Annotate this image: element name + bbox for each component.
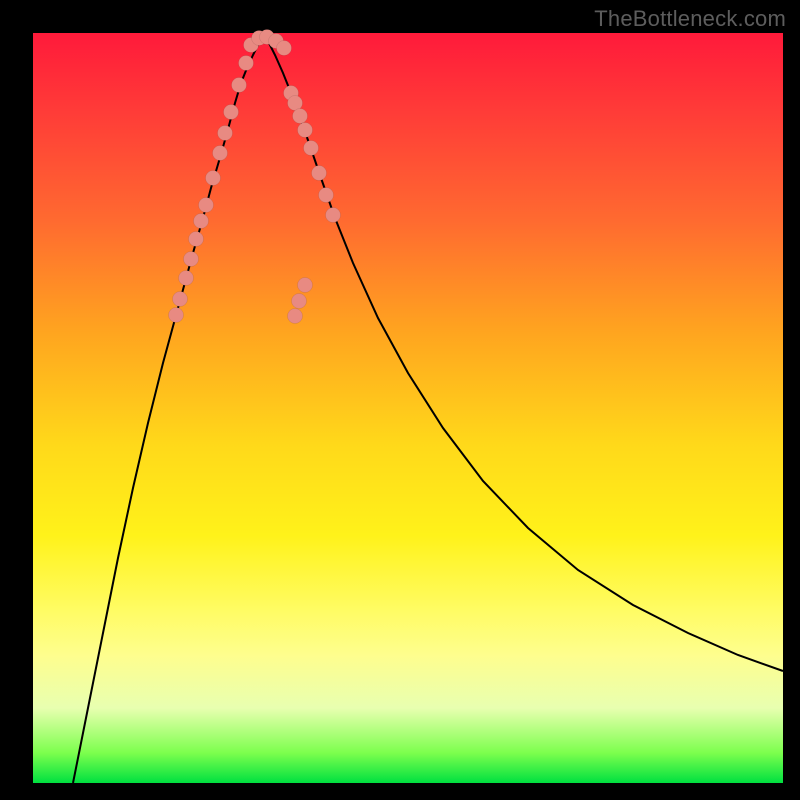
data-point — [288, 96, 303, 111]
data-point — [194, 214, 209, 229]
right-curve — [263, 35, 783, 671]
data-point — [277, 41, 292, 56]
plot-area — [33, 33, 783, 783]
data-point — [292, 294, 307, 309]
chart-svg — [33, 33, 783, 783]
data-point — [169, 308, 184, 323]
data-point — [293, 109, 308, 124]
data-point — [179, 271, 194, 286]
chart-frame: TheBottleneck.com — [0, 0, 800, 800]
data-point — [189, 232, 204, 247]
data-point — [173, 292, 188, 307]
data-point — [199, 198, 214, 213]
data-point — [326, 208, 341, 223]
data-point — [319, 188, 334, 203]
data-point — [298, 278, 313, 293]
data-point — [304, 141, 319, 156]
data-point — [224, 105, 239, 120]
data-point — [288, 309, 303, 324]
data-point — [298, 123, 313, 138]
watermark-text: TheBottleneck.com — [594, 6, 786, 32]
data-point — [239, 56, 254, 71]
left-curve — [73, 35, 263, 783]
data-point — [206, 171, 221, 186]
data-point — [218, 126, 233, 141]
data-point — [312, 166, 327, 181]
data-point — [184, 252, 199, 267]
data-point — [232, 78, 247, 93]
data-point — [213, 146, 228, 161]
data-markers — [169, 30, 341, 324]
